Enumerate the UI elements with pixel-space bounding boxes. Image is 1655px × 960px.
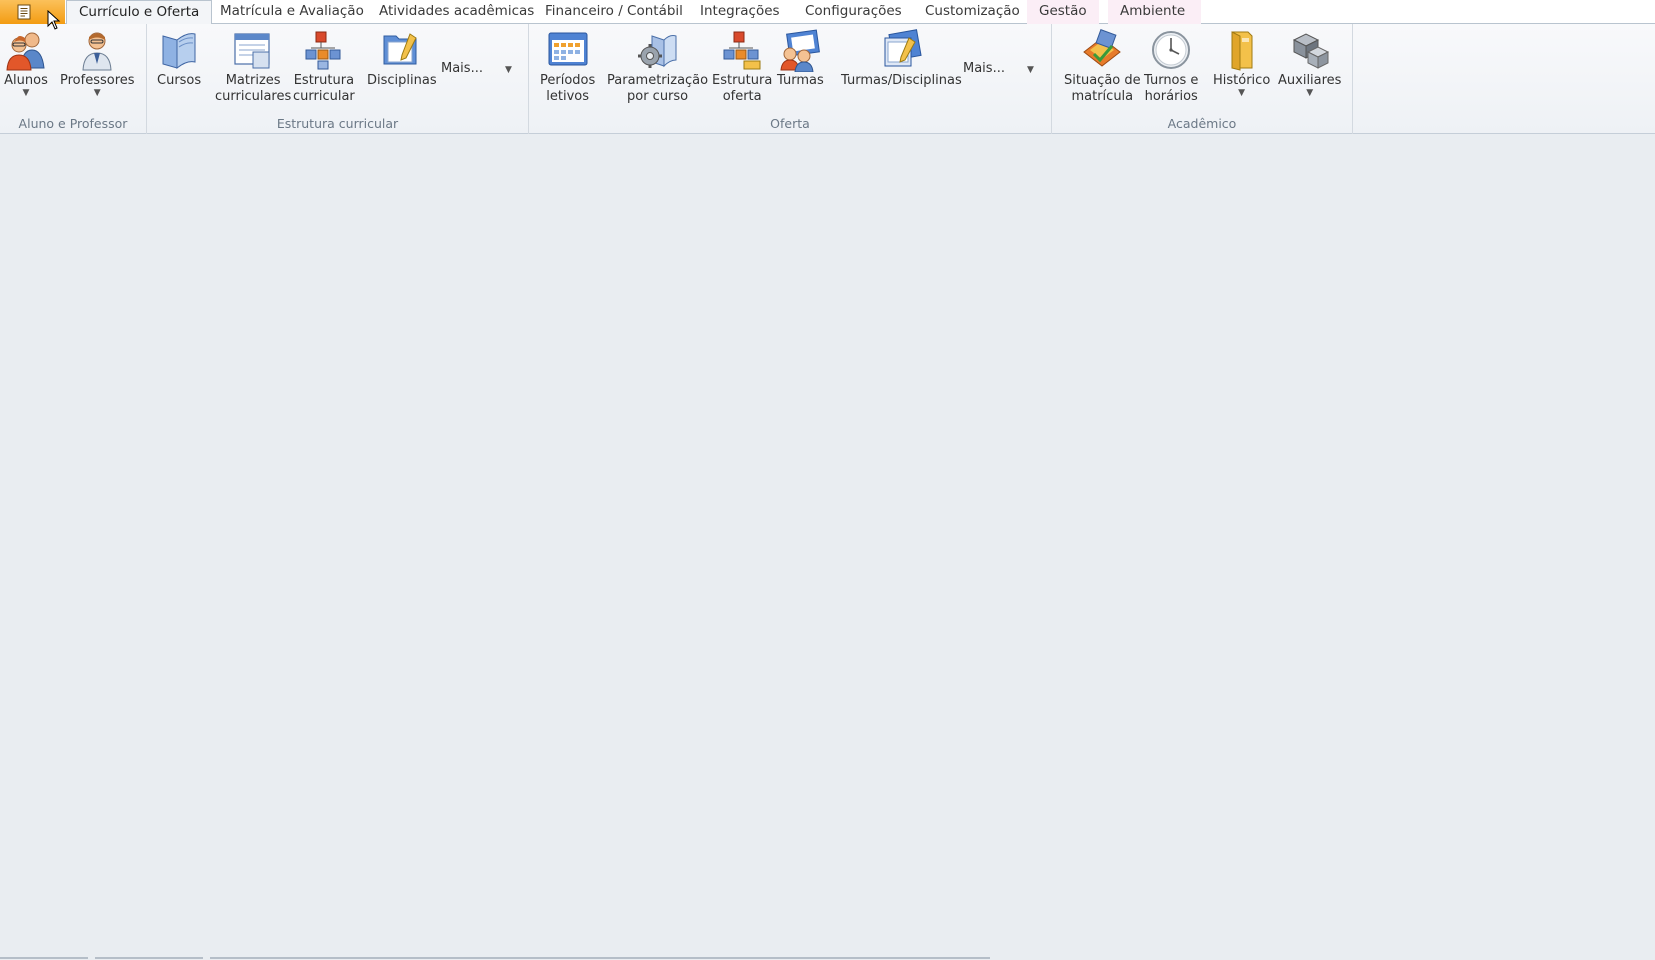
chevron-down-icon: ▼ [1238,88,1246,98]
document-icon [17,4,31,20]
matrizes-label: Matrizes curriculares [215,73,291,105]
turnos-label-line1: Turnos e [1144,73,1199,88]
class-disciplines-icon [884,29,922,67]
situacao-label-line2: matrícula [1071,89,1134,104]
chevron-down-icon: ▼ [93,88,101,98]
parametrizacao-por-curso-button[interactable]: Parametrização por curso [607,28,708,105]
tab-configuracoes[interactable]: Configurações [793,0,914,24]
status-segment [95,957,203,959]
mouse-cursor-icon [47,10,61,30]
turnos-label-line2: horários [1144,89,1198,104]
situacao-label-line1: Situação de [1064,73,1141,88]
situacao-de-matricula-button[interactable]: Situação de matrícula [1064,28,1141,105]
oferta-more-label: Mais... [963,61,1005,76]
parametrizacao-label: Parametrização por curso [607,73,708,105]
turmas-disciplinas-label: Turmas/Disciplinas [841,73,962,88]
chevron-down-icon: ▼ [1026,65,1034,75]
auxiliares-button[interactable]: Auxiliares ▼ [1278,28,1341,98]
situacao-label: Situação de matrícula [1064,73,1141,105]
cursos-label: Cursos [157,73,202,88]
estrutura-more-button[interactable]: Mais... ▼ [441,61,512,76]
tab-gestao[interactable]: Gestão [1027,0,1099,24]
professores-label: Professores [60,73,135,88]
turnos-label: Turnos e horários [1144,73,1198,105]
tab-curriculo-e-oferta[interactable]: Currículo e Oferta [66,0,213,25]
status-segment [210,957,990,959]
estrutura-curricular-label: Estrutura curricular [293,73,355,105]
alunos-label: Alunos [4,73,48,88]
auxiliares-label: Auxiliares [1278,73,1342,88]
param-label-line1: Parametrização [607,73,709,88]
estrutura-label-line2: curricular [293,89,355,104]
disciplinas-button[interactable]: Disciplinas [367,28,437,89]
tab-ambiente[interactable]: Ambiente [1108,0,1202,24]
group-label-aluno-e-professor: Aluno e Professor [18,116,128,131]
students-icon [6,32,45,71]
turmas-label: Turmas [777,73,824,88]
disciplines-icon [383,33,417,65]
curriculum-matrix-icon [234,33,270,69]
estrutura-oferta-label: Estrutura oferta [712,73,772,105]
ribbon-tab-strip: Currículo e Oferta Matrícula e Avaliação… [0,0,1655,25]
tab-customizacao[interactable]: Customização [913,0,1032,24]
historico-label: Histórico [1213,73,1271,88]
periodos-label-line2: letivos [546,89,589,104]
chevron-down-icon: ▼ [1306,88,1314,98]
history-folder-icon [1231,31,1253,71]
structure-icon [305,31,341,70]
disciplinas-label: Disciplinas [367,73,437,88]
structure-icon [723,31,761,70]
workspace-area [0,135,1655,957]
group-label-oferta: Oferta [770,116,810,131]
calendar-icon [548,32,588,66]
periodos-letivos-button[interactable]: Períodos letivos [540,28,595,105]
book-icon [162,33,196,70]
estrutura-label-line1: Estrutura [293,73,355,88]
chevron-down-icon: ▼ [504,65,512,75]
estrutura-more-label: Mais... [441,61,483,76]
group-label-academico: Acadêmico [1167,116,1237,131]
matrizes-label-line2: curriculares [215,89,292,104]
status-segment [0,957,88,959]
oferta-more-button[interactable]: Mais... ▼ [963,61,1034,76]
teacher-icon [82,32,112,71]
turnos-e-horarios-button[interactable]: Turnos e horários [1144,28,1198,105]
tab-matricula-e-avaliacao[interactable]: Matrícula e Avaliação [208,0,376,24]
historico-button[interactable]: Histórico ▼ [1213,28,1270,98]
group-oferta: Períodos letivos Parametrização por curso [529,24,1052,134]
periodos-letivos-label: Períodos letivos [540,73,595,105]
param-label-line2: por curso [626,89,689,104]
estrutura-oferta-button[interactable]: Estrutura oferta [712,28,772,105]
gear-book-icon [637,35,677,68]
estrutura-curricular-button[interactable]: Estrutura curricular [293,28,355,105]
matrizes-curriculares-button[interactable]: Matrizes curriculares [215,28,291,105]
group-aluno-e-professor: Alunos ▼ Professores ▼ Aluno e Professor [0,24,147,134]
periodos-label-line1: Períodos [540,73,596,88]
turmas-button[interactable]: Turmas [777,28,824,89]
group-estrutura-curricular: Cursos Matrizes curriculares Estrutura c… [147,24,529,134]
tab-integracoes[interactable]: Integrações [688,0,792,24]
boxes-icon [1292,33,1329,69]
chevron-down-icon: ▼ [22,88,30,98]
group-academico: Situação dematrícula Turnos ehorários [1052,24,1353,134]
tab-atividades-academicas[interactable]: Atividades acadêmicas [367,0,546,24]
group-label-estrutura-curricular: Estrutura curricular [276,116,399,131]
ribbon-panel: Alunos ▼ Professores ▼ Aluno e Professor [0,24,1655,134]
alunos-button[interactable]: Alunos ▼ [4,28,48,98]
clock-icon [1152,31,1191,69]
estrutura-oferta-label-line1: Estrutura [712,73,773,88]
estrutura-oferta-label-line2: oferta [722,89,762,104]
cursos-button[interactable]: Cursos [157,28,201,89]
professores-button[interactable]: Professores ▼ [60,28,135,98]
turmas-disciplinas-button[interactable]: Turmas/Disciplinas [841,28,962,89]
enrollment-status-icon [1083,29,1122,67]
matrizes-label-line1: Matrizes [225,73,281,88]
class-group-icon [780,29,821,72]
tab-financeiro-contabil[interactable]: Financeiro / Contábil [533,0,695,24]
